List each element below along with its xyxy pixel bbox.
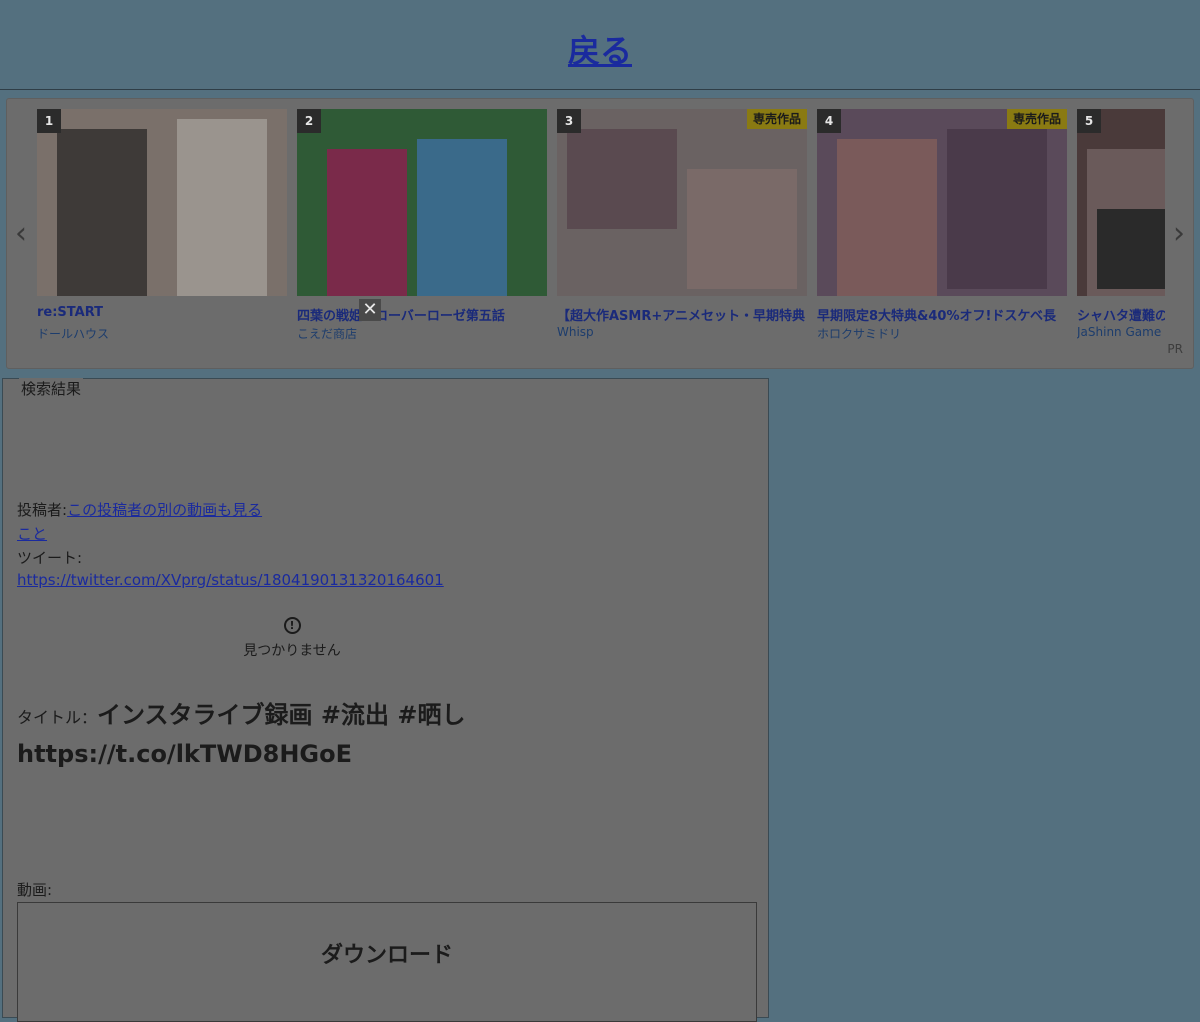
ad-badge-4: 専売作品: [1006, 109, 1067, 129]
chevron-right-icon[interactable]: ›: [1167, 217, 1191, 251]
poster-other-videos-link[interactable]: この投稿者の別の動画も見る: [67, 501, 262, 519]
header: 戻る: [0, 0, 1200, 90]
poster-name-link[interactable]: こと: [17, 525, 47, 543]
ad-rank-4: 4: [817, 109, 841, 133]
ad-maker-2[interactable]: こえだ商店: [297, 325, 547, 342]
ad-title-2[interactable]: 四葉の戦姫クローバーローゼ第五話: [297, 305, 547, 324]
tweet-link[interactable]: https://twitter.com/XVprg/status/1804190…: [17, 571, 444, 589]
download-label: ダウンロード: [320, 943, 453, 968]
title-label: タイトル：: [17, 708, 98, 727]
ad-card-1[interactable]: 1 re:START ドールハウス: [37, 109, 287, 349]
poster-row: 投稿者:この投稿者の別の動画も見る: [17, 499, 262, 520]
ad-thumbnail-2[interactable]: 2: [297, 109, 547, 296]
ad-title-4[interactable]: 󠁧早期限定8大特典&40%オフ!󠁧ドスケベ長: [817, 305, 1067, 324]
ad-card-4[interactable]: 4 専売作品 󠁧早期限定8大特典&40%オフ!󠁧ドスケベ長 ホロクサミドリ: [817, 109, 1067, 349]
video-label: 動画:: [17, 881, 53, 899]
ad-thumbnail-image-3: [557, 109, 807, 296]
ad-badge-3: 専売作品: [746, 109, 807, 129]
close-icon[interactable]: ✕: [359, 299, 381, 321]
ad-rank-1: 1: [37, 109, 61, 133]
tweet-label: ツイート:: [17, 549, 83, 567]
ad-thumbnail-4[interactable]: 4 専売作品: [817, 109, 1067, 296]
tweet-row: https://twitter.com/XVprg/status/1804190…: [17, 571, 444, 589]
ad-rank-3: 3: [557, 109, 581, 133]
ad-title-5[interactable]: シャハタ遭難の: [1077, 305, 1165, 324]
chevron-left-icon[interactable]: ‹: [9, 217, 33, 251]
ad-rank-2: 2: [297, 109, 321, 133]
video-title: タイトル：インスタライブ録画 #流出 #晒し https://t.co/lkTW…: [17, 697, 697, 772]
tweet-not-found: ! 見つかりません: [3, 617, 581, 660]
ad-track: 1 re:START ドールハウス 2 四葉の戦姫クローバーローゼ第五話 こえだ…: [37, 109, 1165, 359]
search-results: 検索結果 投稿者:この投稿者の別の動画も見る こと ツイート: https://…: [2, 378, 769, 1022]
poster-label: 投稿者:: [17, 501, 68, 519]
alert-circle-icon: !: [283, 617, 301, 634]
ad-thumbnail-image-2: [297, 109, 547, 296]
ad-card-2[interactable]: 2 四葉の戦姫クローバーローゼ第五話 こえだ商店: [297, 109, 547, 349]
ad-thumbnail-5[interactable]: 5: [1077, 109, 1165, 296]
ad-thumbnail-1[interactable]: 1: [37, 109, 287, 296]
ad-thumbnail-image-5: [1077, 109, 1165, 296]
not-found-text: 見つかりません: [243, 643, 341, 659]
ad-title-3[interactable]: 【超大作ASMR+アニメセット・早期特典: [557, 305, 807, 324]
ad-rank-5: 5: [1077, 109, 1101, 133]
back-link[interactable]: 戻る: [568, 26, 632, 72]
ad-maker-4[interactable]: ホロクサミドリ: [817, 325, 1067, 342]
results-legend: 検索結果: [19, 378, 84, 399]
ad-title-1[interactable]: re:START: [37, 305, 287, 320]
ad-maker-5[interactable]: JaShinn Game: [1077, 325, 1165, 339]
ad-thumbnail-image-1: [37, 109, 287, 296]
ad-carousel: ‹ 1 re:START ドールハウス 2 四葉の戦姫クローバーローゼ第五話 こ…: [6, 98, 1194, 369]
ad-card-3[interactable]: 3 専売作品 【超大作ASMR+アニメセット・早期特典 Whisp: [557, 109, 807, 349]
ad-thumbnail-3[interactable]: 3 専売作品: [557, 109, 807, 296]
ad-thumbnail-image-4: [817, 109, 1067, 296]
ad-maker-1[interactable]: ドールハウス: [37, 325, 287, 342]
ad-maker-3[interactable]: Whisp: [557, 325, 807, 339]
download-button[interactable]: ダウンロード: [17, 902, 757, 1022]
pr-label: PR: [1167, 342, 1183, 356]
ad-card-5[interactable]: 5 シャハタ遭難の JaShinn Game: [1077, 109, 1165, 349]
poster-name-row: こと: [17, 523, 47, 544]
